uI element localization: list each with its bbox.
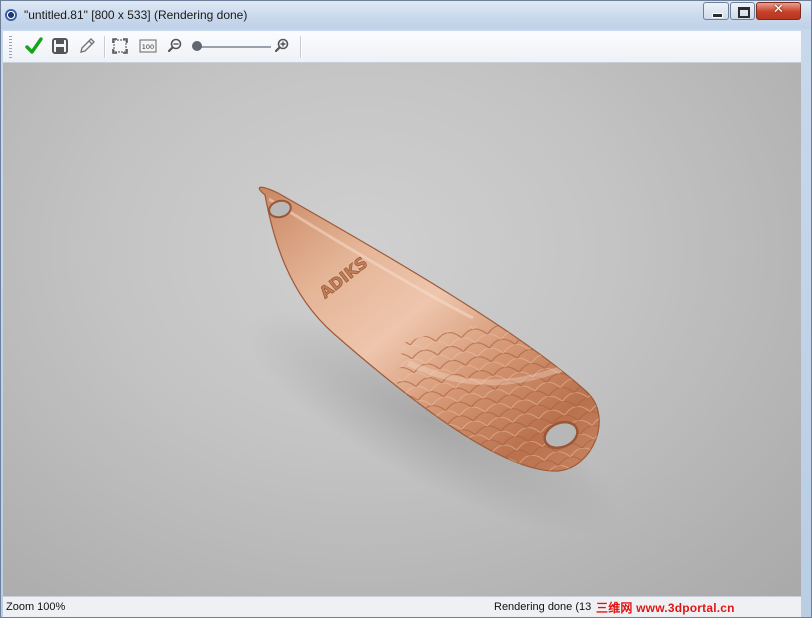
zoom-slider-thumb[interactable]: [192, 41, 202, 51]
zoom-status: Zoom 100%: [6, 601, 66, 613]
watermark: 三维网 www.3dportal.cn: [596, 601, 735, 615]
svg-text:100: 100: [142, 43, 154, 51]
render-status: Rendering done (13: [494, 601, 592, 613]
zoom-out-icon: [167, 38, 182, 53]
maximize-button[interactable]: [730, 2, 755, 20]
close-button[interactable]: ✕: [756, 2, 801, 20]
fit-to-window-icon: [112, 38, 128, 54]
close-icon: ✕: [773, 2, 784, 17]
pencil-icon: [80, 38, 95, 53]
toolbar: 100: [3, 31, 801, 63]
actual-size-button[interactable]: 100: [137, 35, 159, 57]
minimize-icon: [712, 13, 723, 18]
window-title: "untitled.81" [800 x 533] (Rendering don…: [24, 8, 248, 22]
maximize-icon: [738, 7, 750, 18]
zoom-in-icon: [274, 38, 289, 53]
status-bar: Zoom 100% Rendering done (13 三维网 www.3dp…: [3, 596, 801, 617]
rendered-lure-image: ADIKS: [245, 186, 621, 535]
zoom-slider-track[interactable]: [199, 46, 271, 48]
zoom-in-button[interactable]: [271, 35, 293, 57]
save-button[interactable]: [49, 35, 71, 57]
zoom-out-button[interactable]: [164, 35, 186, 57]
app-icon[interactable]: [5, 9, 17, 21]
render-window: "untitled.81" [800 x 533] (Rendering don…: [0, 0, 812, 618]
toolbar-grip[interactable]: [9, 36, 12, 58]
fit-to-window-button[interactable]: [109, 35, 131, 57]
title-bar[interactable]: "untitled.81" [800 x 533] (Rendering don…: [1, 1, 811, 29]
toolbar-separator: [300, 36, 302, 58]
accept-button[interactable]: [23, 35, 45, 57]
minimize-button[interactable]: [703, 2, 729, 20]
check-icon: [25, 37, 43, 54]
edit-button[interactable]: [76, 35, 98, 57]
floppy-disk-icon: [52, 38, 68, 54]
toolbar-separator: [104, 36, 106, 58]
render-viewport[interactable]: ADIKS: [3, 63, 801, 596]
actual-size-100-icon: 100: [139, 39, 157, 53]
